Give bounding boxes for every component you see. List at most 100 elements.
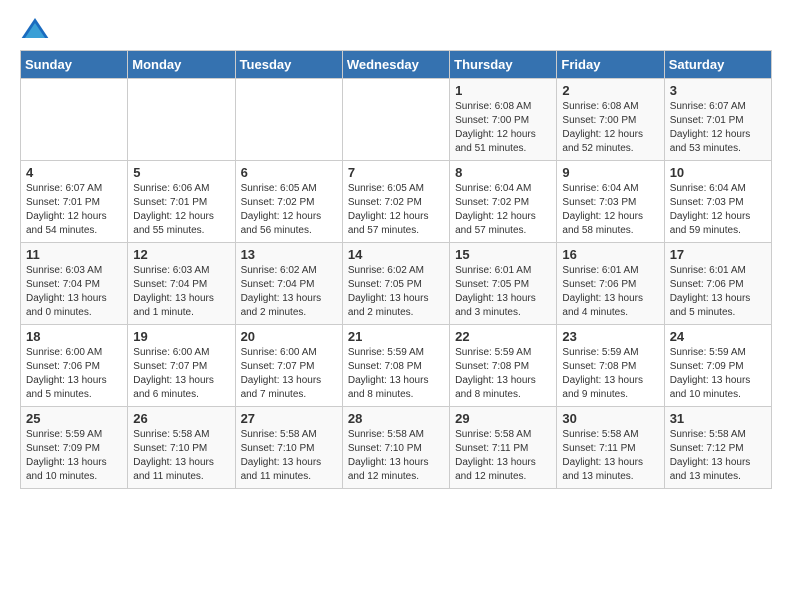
calendar-cell: 31 Sunrise: 5:58 AM Sunset: 7:12 PM Dayli… xyxy=(664,407,771,489)
day-number: 30 xyxy=(562,411,658,426)
day-info: Sunrise: 6:02 AM Sunset: 7:04 PM Dayligh… xyxy=(241,264,337,320)
day-number: 4 xyxy=(26,165,122,180)
calendar-cell: 10Sunrise: 6:04 AM Sunset: 7:03 PM Dayli… xyxy=(664,161,771,243)
calendar-cell: 7 Sunrise: 6:05 AM Sunset: 7:02 PM Daylig… xyxy=(342,161,449,243)
day-number: 1 xyxy=(455,83,551,98)
day-number: 2 xyxy=(562,83,658,98)
calendar-cell: 19 Sunrise: 6:00 AM Sunset: 7:07 PM Dayli… xyxy=(128,325,235,407)
day-info: Sunrise: 6:01 AM Sunset: 7:05 PM Dayligh… xyxy=(455,264,551,320)
day-info: Sunrise: 6:00 AM Sunset: 7:06 PM Dayligh… xyxy=(26,346,122,402)
calendar-cell: 15 Sunrise: 6:01 AM Sunset: 7:05 PM Dayli… xyxy=(450,243,557,325)
calendar-cell: 28 Sunrise: 5:58 AM Sunset: 7:10 PM Dayli… xyxy=(342,407,449,489)
calendar-cell: 16Sunrise: 6:01 AM Sunset: 7:06 PM Dayli… xyxy=(557,243,664,325)
day-info: Sunrise: 5:58 AM Sunset: 7:10 PM Dayligh… xyxy=(348,428,444,484)
day-number: 21 xyxy=(348,329,444,344)
week-row-2: 4 Sunrise: 6:07 AM Sunset: 7:01 PM Daylig… xyxy=(21,161,772,243)
calendar-cell: 12Sunrise: 6:03 AM Sunset: 7:04 PM Dayli… xyxy=(128,243,235,325)
day-number: 8 xyxy=(455,165,551,180)
day-info: Sunrise: 6:01 AM Sunset: 7:06 PM Dayligh… xyxy=(670,264,766,320)
day-number: 5 xyxy=(133,165,229,180)
day-number: 7 xyxy=(348,165,444,180)
day-number: 22 xyxy=(455,329,551,344)
calendar-cell: 18 Sunrise: 6:00 AM Sunset: 7:06 PM Dayli… xyxy=(21,325,128,407)
logo xyxy=(20,16,54,40)
day-info: Sunrise: 6:00 AM Sunset: 7:07 PM Dayligh… xyxy=(133,346,229,402)
calendar-cell: 25 Sunrise: 5:59 AM Sunset: 7:09 PM Dayli… xyxy=(21,407,128,489)
weekday-header-friday: Friday xyxy=(557,51,664,79)
day-info: Sunrise: 5:59 AM Sunset: 7:08 PM Dayligh… xyxy=(562,346,658,402)
weekday-header-wednesday: Wednesday xyxy=(342,51,449,79)
day-info: Sunrise: 5:58 AM Sunset: 7:12 PM Dayligh… xyxy=(670,428,766,484)
calendar-cell: 20 Sunrise: 6:00 AM Sunset: 7:07 PM Dayli… xyxy=(235,325,342,407)
day-info: Sunrise: 5:59 AM Sunset: 7:09 PM Dayligh… xyxy=(670,346,766,402)
day-number: 29 xyxy=(455,411,551,426)
calendar-cell: 24 Sunrise: 5:59 AM Sunset: 7:09 PM Dayli… xyxy=(664,325,771,407)
day-number: 18 xyxy=(26,329,122,344)
calendar-cell: 27Sunrise: 5:58 AM Sunset: 7:10 PM Dayli… xyxy=(235,407,342,489)
weekday-header-tuesday: Tuesday xyxy=(235,51,342,79)
weekday-header-sunday: Sunday xyxy=(21,51,128,79)
day-number: 28 xyxy=(348,411,444,426)
calendar-cell: 6Sunrise: 6:05 AM Sunset: 7:02 PM Daylig… xyxy=(235,161,342,243)
day-number: 9 xyxy=(562,165,658,180)
weekday-header-monday: Monday xyxy=(128,51,235,79)
calendar-cell: 2 Sunrise: 6:08 AM Sunset: 7:00 PM Daylig… xyxy=(557,79,664,161)
week-row-4: 18 Sunrise: 6:00 AM Sunset: 7:06 PM Dayli… xyxy=(21,325,772,407)
day-info: Sunrise: 6:00 AM Sunset: 7:07 PM Dayligh… xyxy=(241,346,337,402)
calendar-cell: 8 Sunrise: 6:04 AM Sunset: 7:02 PM Daylig… xyxy=(450,161,557,243)
day-number: 13 xyxy=(241,247,337,262)
day-info: Sunrise: 5:58 AM Sunset: 7:10 PM Dayligh… xyxy=(133,428,229,484)
calendar-cell: 21 Sunrise: 5:59 AM Sunset: 7:08 PM Dayli… xyxy=(342,325,449,407)
day-number: 25 xyxy=(26,411,122,426)
day-info: Sunrise: 6:04 AM Sunset: 7:02 PM Dayligh… xyxy=(455,182,551,238)
weekday-header-thursday: Thursday xyxy=(450,51,557,79)
day-info: Sunrise: 5:59 AM Sunset: 7:08 PM Dayligh… xyxy=(455,346,551,402)
calendar-cell: 1 Sunrise: 6:08 AM Sunset: 7:00 PM Daylig… xyxy=(450,79,557,161)
logo-icon xyxy=(20,16,50,40)
day-info: Sunrise: 6:03 AM Sunset: 7:04 PM Dayligh… xyxy=(133,264,229,320)
day-number: 17 xyxy=(670,247,766,262)
day-info: Sunrise: 5:58 AM Sunset: 7:11 PM Dayligh… xyxy=(562,428,658,484)
day-info: Sunrise: 6:07 AM Sunset: 7:01 PM Dayligh… xyxy=(26,182,122,238)
day-info: Sunrise: 5:59 AM Sunset: 7:09 PM Dayligh… xyxy=(26,428,122,484)
calendar-cell: 29 Sunrise: 5:58 AM Sunset: 7:11 PM Dayli… xyxy=(450,407,557,489)
day-number: 19 xyxy=(133,329,229,344)
day-number: 14 xyxy=(348,247,444,262)
day-info: Sunrise: 5:58 AM Sunset: 7:11 PM Dayligh… xyxy=(455,428,551,484)
day-info: Sunrise: 6:08 AM Sunset: 7:00 PM Dayligh… xyxy=(455,100,551,156)
calendar-cell: 3 Sunrise: 6:07 AM Sunset: 7:01 PM Daylig… xyxy=(664,79,771,161)
week-row-3: 11 Sunrise: 6:03 AM Sunset: 7:04 PM Dayli… xyxy=(21,243,772,325)
day-number: 15 xyxy=(455,247,551,262)
weekday-header-row: SundayMondayTuesdayWednesdayThursdayFrid… xyxy=(21,51,772,79)
day-info: Sunrise: 6:08 AM Sunset: 7:00 PM Dayligh… xyxy=(562,100,658,156)
calendar-cell xyxy=(235,79,342,161)
calendar-cell: 13 Sunrise: 6:02 AM Sunset: 7:04 PM Dayli… xyxy=(235,243,342,325)
day-info: Sunrise: 5:59 AM Sunset: 7:08 PM Dayligh… xyxy=(348,346,444,402)
calendar-cell: 17 Sunrise: 6:01 AM Sunset: 7:06 PM Dayli… xyxy=(664,243,771,325)
calendar-cell xyxy=(128,79,235,161)
day-number: 24 xyxy=(670,329,766,344)
day-number: 10 xyxy=(670,165,766,180)
day-number: 27 xyxy=(241,411,337,426)
calendar-cell: 5 Sunrise: 6:06 AM Sunset: 7:01 PM Daylig… xyxy=(128,161,235,243)
day-number: 31 xyxy=(670,411,766,426)
day-info: Sunrise: 6:02 AM Sunset: 7:05 PM Dayligh… xyxy=(348,264,444,320)
day-number: 3 xyxy=(670,83,766,98)
calendar-cell: 9Sunrise: 6:04 AM Sunset: 7:03 PM Daylig… xyxy=(557,161,664,243)
day-info: Sunrise: 6:07 AM Sunset: 7:01 PM Dayligh… xyxy=(670,100,766,156)
day-number: 23 xyxy=(562,329,658,344)
calendar-cell: 14 Sunrise: 6:02 AM Sunset: 7:05 PM Dayli… xyxy=(342,243,449,325)
calendar-cell: 26Sunrise: 5:58 AM Sunset: 7:10 PM Dayli… xyxy=(128,407,235,489)
calendar-cell: 11 Sunrise: 6:03 AM Sunset: 7:04 PM Dayli… xyxy=(21,243,128,325)
day-number: 20 xyxy=(241,329,337,344)
day-info: Sunrise: 6:03 AM Sunset: 7:04 PM Dayligh… xyxy=(26,264,122,320)
weekday-header-saturday: Saturday xyxy=(664,51,771,79)
day-info: Sunrise: 6:06 AM Sunset: 7:01 PM Dayligh… xyxy=(133,182,229,238)
day-number: 6 xyxy=(241,165,337,180)
day-info: Sunrise: 6:05 AM Sunset: 7:02 PM Dayligh… xyxy=(348,182,444,238)
header xyxy=(20,16,772,40)
day-number: 11 xyxy=(26,247,122,262)
day-info: Sunrise: 6:01 AM Sunset: 7:06 PM Dayligh… xyxy=(562,264,658,320)
calendar-cell xyxy=(342,79,449,161)
calendar-cell: 4 Sunrise: 6:07 AM Sunset: 7:01 PM Daylig… xyxy=(21,161,128,243)
